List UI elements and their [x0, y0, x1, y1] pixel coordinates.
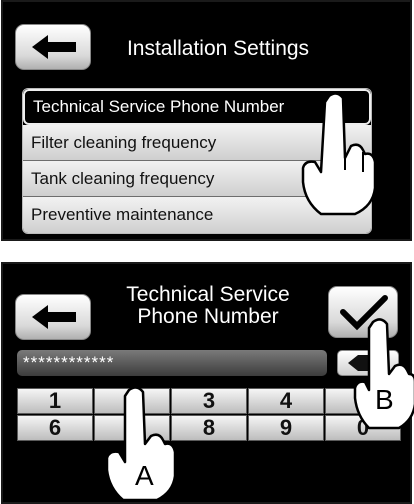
numeric-keypad: 1 2 3 4 5 6 7 8 9 0: [17, 388, 401, 442]
left-arrow-icon: [32, 35, 76, 59]
back-button[interactable]: [15, 294, 91, 340]
key-3[interactable]: 3: [171, 388, 247, 414]
key-6[interactable]: 6: [17, 415, 93, 441]
callout-b: B: [375, 384, 394, 415]
page-title-line-1: Technical Service: [126, 283, 290, 306]
key-8[interactable]: 8: [171, 415, 247, 441]
key-9[interactable]: 9: [248, 415, 324, 441]
pointing-hand-icon: [301, 92, 377, 216]
key-4[interactable]: 4: [248, 388, 324, 414]
phone-number-input[interactable]: ************: [17, 350, 327, 376]
key-1[interactable]: 1: [17, 388, 93, 414]
left-arrow-icon: [32, 305, 76, 329]
installation-settings-screen: Installation Settings Technical Service …: [1, 0, 412, 241]
page-title-line-2: Phone Number: [137, 305, 279, 328]
back-button[interactable]: [15, 24, 91, 70]
page-title: Installation Settings: [126, 37, 310, 60]
phone-number-screen: Technical Service Phone Number *********…: [1, 262, 414, 504]
callout-a: A: [135, 460, 154, 491]
